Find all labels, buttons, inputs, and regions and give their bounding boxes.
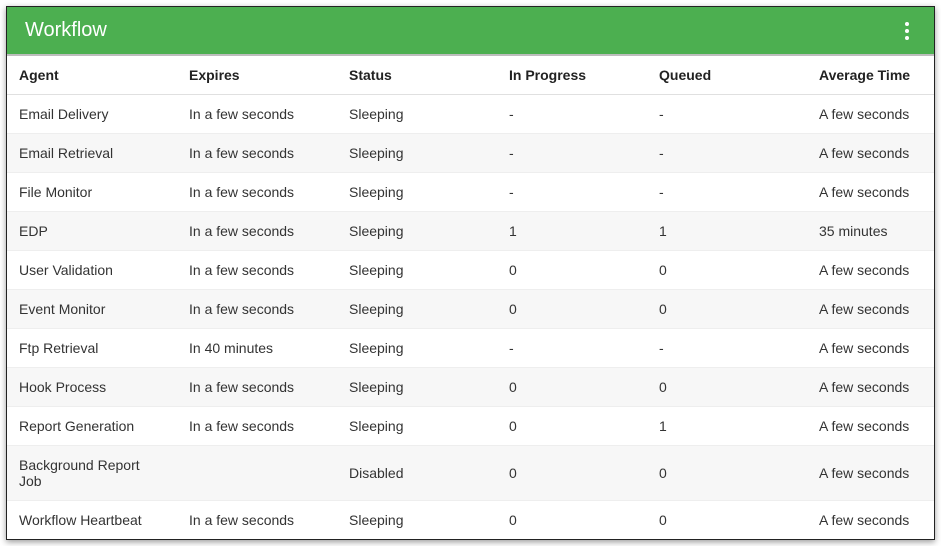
cell-status: Sleeping (337, 212, 497, 251)
col-header-agent[interactable]: Agent (7, 56, 177, 95)
cell-expires: In a few seconds (177, 501, 337, 540)
cell-in-progress: - (497, 95, 647, 134)
cell-average-time: 35 minutes (807, 212, 934, 251)
table-row[interactable]: Email DeliveryIn a few secondsSleeping--… (7, 95, 934, 134)
cell-status: Sleeping (337, 95, 497, 134)
cell-queued: - (647, 329, 807, 368)
cell-average-time: A few seconds (807, 173, 934, 212)
table-header-row: Agent Expires Status In Progress Queued … (7, 56, 934, 95)
col-header-status[interactable]: Status (337, 56, 497, 95)
cell-average-time: A few seconds (807, 329, 934, 368)
cell-status: Disabled (337, 446, 497, 501)
panel-header: Workflow (7, 7, 934, 56)
cell-agent: Report Generation (7, 407, 177, 446)
cell-expires: In a few seconds (177, 212, 337, 251)
table-row[interactable]: Workflow HeartbeatIn a few secondsSleepi… (7, 501, 934, 540)
col-header-queued[interactable]: Queued (647, 56, 807, 95)
cell-status: Sleeping (337, 173, 497, 212)
cell-in-progress: - (497, 173, 647, 212)
cell-expires (177, 446, 337, 501)
panel-title: Workflow (25, 19, 107, 42)
cell-in-progress: - (497, 329, 647, 368)
cell-average-time: A few seconds (807, 134, 934, 173)
cell-expires: In a few seconds (177, 134, 337, 173)
cell-average-time: A few seconds (807, 407, 934, 446)
workflow-table: Agent Expires Status In Progress Queued … (7, 56, 934, 539)
cell-expires: In a few seconds (177, 368, 337, 407)
table-row[interactable]: User ValidationIn a few secondsSleeping0… (7, 251, 934, 290)
cell-in-progress: 0 (497, 501, 647, 540)
cell-agent: Hook Process (7, 368, 177, 407)
cell-status: Sleeping (337, 290, 497, 329)
cell-queued: 0 (647, 290, 807, 329)
cell-status: Sleeping (337, 251, 497, 290)
cell-in-progress: 0 (497, 290, 647, 329)
table-row[interactable]: Report GenerationIn a few secondsSleepin… (7, 407, 934, 446)
cell-average-time: A few seconds (807, 95, 934, 134)
table-row[interactable]: Background Report JobDisabled00A few sec… (7, 446, 934, 501)
workflow-panel: Workflow Agent Expires Status In Progres… (6, 6, 935, 540)
cell-queued: - (647, 95, 807, 134)
col-header-in-progress[interactable]: In Progress (497, 56, 647, 95)
col-header-expires[interactable]: Expires (177, 56, 337, 95)
cell-agent: Workflow Heartbeat (7, 501, 177, 540)
cell-queued: - (647, 134, 807, 173)
table-row[interactable]: EDPIn a few secondsSleeping1135 minutes (7, 212, 934, 251)
cell-in-progress: 0 (497, 446, 647, 501)
cell-agent: EDP (7, 212, 177, 251)
cell-queued: 0 (647, 368, 807, 407)
cell-in-progress: 0 (497, 368, 647, 407)
cell-agent: Event Monitor (7, 290, 177, 329)
cell-expires: In a few seconds (177, 173, 337, 212)
cell-queued: 1 (647, 212, 807, 251)
more-vert-icon[interactable] (898, 21, 916, 41)
cell-expires: In 40 minutes (177, 329, 337, 368)
cell-queued: 0 (647, 446, 807, 501)
cell-agent: User Validation (7, 251, 177, 290)
table-row[interactable]: Ftp RetrievalIn 40 minutesSleeping--A fe… (7, 329, 934, 368)
cell-average-time: A few seconds (807, 290, 934, 329)
cell-expires: In a few seconds (177, 95, 337, 134)
cell-agent: File Monitor (7, 173, 177, 212)
cell-agent: Email Delivery (7, 95, 177, 134)
cell-in-progress: 0 (497, 407, 647, 446)
cell-status: Sleeping (337, 329, 497, 368)
cell-agent: Email Retrieval (7, 134, 177, 173)
cell-queued: 0 (647, 251, 807, 290)
cell-agent: Background Report Job (7, 446, 177, 501)
table-row[interactable]: Email RetrievalIn a few secondsSleeping-… (7, 134, 934, 173)
cell-in-progress: - (497, 134, 647, 173)
cell-average-time: A few seconds (807, 368, 934, 407)
cell-status: Sleeping (337, 134, 497, 173)
cell-status: Sleeping (337, 407, 497, 446)
table-row[interactable]: Event MonitorIn a few secondsSleeping00A… (7, 290, 934, 329)
cell-queued: 0 (647, 501, 807, 540)
cell-expires: In a few seconds (177, 407, 337, 446)
cell-status: Sleeping (337, 501, 497, 540)
cell-expires: In a few seconds (177, 251, 337, 290)
table-body: Email DeliveryIn a few secondsSleeping--… (7, 95, 934, 540)
cell-in-progress: 0 (497, 251, 647, 290)
col-header-average-time[interactable]: Average Time (807, 56, 934, 95)
cell-in-progress: 1 (497, 212, 647, 251)
cell-agent: Ftp Retrieval (7, 329, 177, 368)
cell-status: Sleeping (337, 368, 497, 407)
cell-queued: 1 (647, 407, 807, 446)
cell-average-time: A few seconds (807, 446, 934, 501)
cell-queued: - (647, 173, 807, 212)
table-row[interactable]: Hook ProcessIn a few secondsSleeping00A … (7, 368, 934, 407)
cell-expires: In a few seconds (177, 290, 337, 329)
cell-average-time: A few seconds (807, 501, 934, 540)
cell-average-time: A few seconds (807, 251, 934, 290)
table-row[interactable]: File MonitorIn a few secondsSleeping--A … (7, 173, 934, 212)
